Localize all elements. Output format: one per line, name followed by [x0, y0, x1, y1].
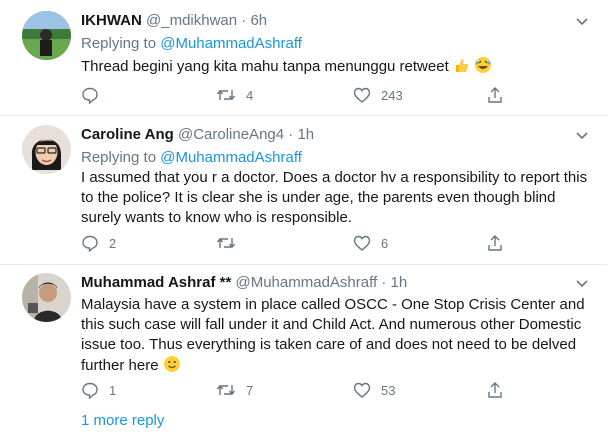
retweet-count: 4	[246, 87, 254, 103]
reply-button[interactable]: 1	[81, 380, 116, 400]
more-replies-link[interactable]: 1 more reply	[81, 412, 164, 429]
tweet-text: Thread begini yang kita mahu tanpa menun…	[81, 56, 601, 80]
tweet-text-line: issue too. Thus everything is taken care…	[81, 336, 577, 353]
share-button[interactable]	[486, 380, 504, 400]
retweet-count: 7	[246, 382, 254, 398]
tweet-text-line-last: further here	[81, 355, 601, 379]
share-icon	[488, 87, 502, 103]
retweet-icon	[216, 384, 236, 396]
heart-icon	[353, 235, 371, 251]
slightly-smiling-emoji-icon	[163, 355, 181, 379]
like-button[interactable]: 53	[353, 380, 395, 400]
retweet-button[interactable]: 4	[216, 85, 253, 105]
mention-link[interactable]: @MuhammadAshraff	[160, 149, 302, 166]
reply-button[interactable]	[81, 85, 109, 105]
retweet-icon	[216, 237, 236, 249]
tweet-header: IKHWAN @_mdikhwan · 6h	[81, 12, 267, 30]
retweet-button[interactable]: 7	[216, 380, 253, 400]
tweet-text-line: this such case will fall under it and Ch…	[81, 316, 582, 333]
like-count: 243	[381, 87, 403, 103]
avatar[interactable]	[22, 125, 71, 174]
display-name[interactable]: Muhammad Ashraf **	[81, 274, 231, 291]
tweet-caroline[interactable]: Caroline Ang @CarolineAng4 · 1h Replying…	[0, 116, 607, 265]
retweet-icon	[216, 89, 236, 101]
reply-button[interactable]: 2	[81, 233, 116, 253]
reply-count: 2	[109, 235, 117, 251]
tweet-text: Malaysia have a system in place called O…	[81, 295, 601, 379]
tweet-text-line: to the police? It is clear she is under …	[81, 189, 556, 206]
tweet-header: Muhammad Ashraf ** @MuhammadAshraff · 1h	[81, 274, 407, 292]
share-button[interactable]	[486, 85, 504, 105]
separator-dot: ·	[381, 274, 387, 291]
heart-icon	[353, 87, 371, 103]
share-icon	[488, 382, 502, 398]
tweet-ikhwan[interactable]: IKHWAN @_mdikhwan · 6h Replying to @Muha…	[0, 0, 607, 116]
handle[interactable]: @MuhammadAshraff	[235, 274, 377, 291]
tweet-text-line: I assumed that you r a doctor. Does a do…	[81, 169, 588, 186]
tweet-text: I assumed that you r a doctor. Does a do…	[81, 168, 601, 228]
display-name[interactable]: Caroline Ang	[81, 126, 174, 143]
tweet-text-line: Malaysia have a system in place called O…	[81, 296, 585, 313]
retweet-button[interactable]	[216, 233, 246, 253]
separator-dot: ·	[288, 126, 294, 143]
tweet-actions: 2 6	[81, 233, 511, 253]
reply-icon	[82, 382, 98, 399]
handle[interactable]: @CarolineAng4	[178, 126, 284, 143]
share-button[interactable]	[486, 233, 504, 253]
replying-to: Replying to @MuhammadAshraff	[81, 35, 302, 53]
avatar[interactable]	[22, 11, 71, 60]
separator-dot: ·	[241, 12, 247, 29]
tweet-text-line: surely wants to know who is responsible.	[81, 209, 352, 226]
heart-icon	[353, 382, 371, 398]
reply-count: 1	[109, 382, 117, 398]
tweet-ashraf[interactable]: Muhammad Ashraf ** @MuhammadAshraff · 1h…	[0, 265, 607, 400]
replying-label: Replying to	[81, 149, 157, 166]
like-count: 6	[381, 235, 389, 251]
replying-label: Replying to	[81, 35, 157, 52]
timestamp[interactable]: 1h	[297, 126, 314, 143]
tweet-actions: 4 243	[81, 85, 511, 105]
rolling-laughing-emoji-icon	[474, 56, 492, 80]
reply-icon	[82, 235, 98, 252]
chevron-down-icon[interactable]	[573, 126, 591, 144]
timestamp[interactable]: 6h	[250, 12, 267, 29]
tweet-actions: 1 7 53	[81, 380, 511, 400]
display-name[interactable]: IKHWAN	[81, 12, 142, 29]
avatar[interactable]	[22, 273, 71, 322]
handle[interactable]: @_mdikhwan	[146, 12, 237, 29]
like-count: 53	[381, 382, 396, 398]
like-button[interactable]: 6	[353, 233, 388, 253]
tweet-text-content: Thread begini yang kita mahu tanpa menun…	[81, 58, 449, 75]
chevron-down-icon[interactable]	[573, 12, 591, 30]
like-button[interactable]: 243	[353, 85, 403, 105]
timestamp[interactable]: 1h	[391, 274, 408, 291]
replying-to: Replying to @MuhammadAshraff	[81, 149, 302, 167]
reply-icon	[82, 87, 98, 104]
share-icon	[488, 235, 502, 251]
tweet-header: Caroline Ang @CarolineAng4 · 1h	[81, 126, 314, 144]
tweet-text-line: further here	[81, 357, 159, 374]
thumbs-up-emoji-icon	[453, 57, 470, 80]
chevron-down-icon[interactable]	[573, 274, 591, 292]
mention-link[interactable]: @MuhammadAshraff	[160, 35, 302, 52]
